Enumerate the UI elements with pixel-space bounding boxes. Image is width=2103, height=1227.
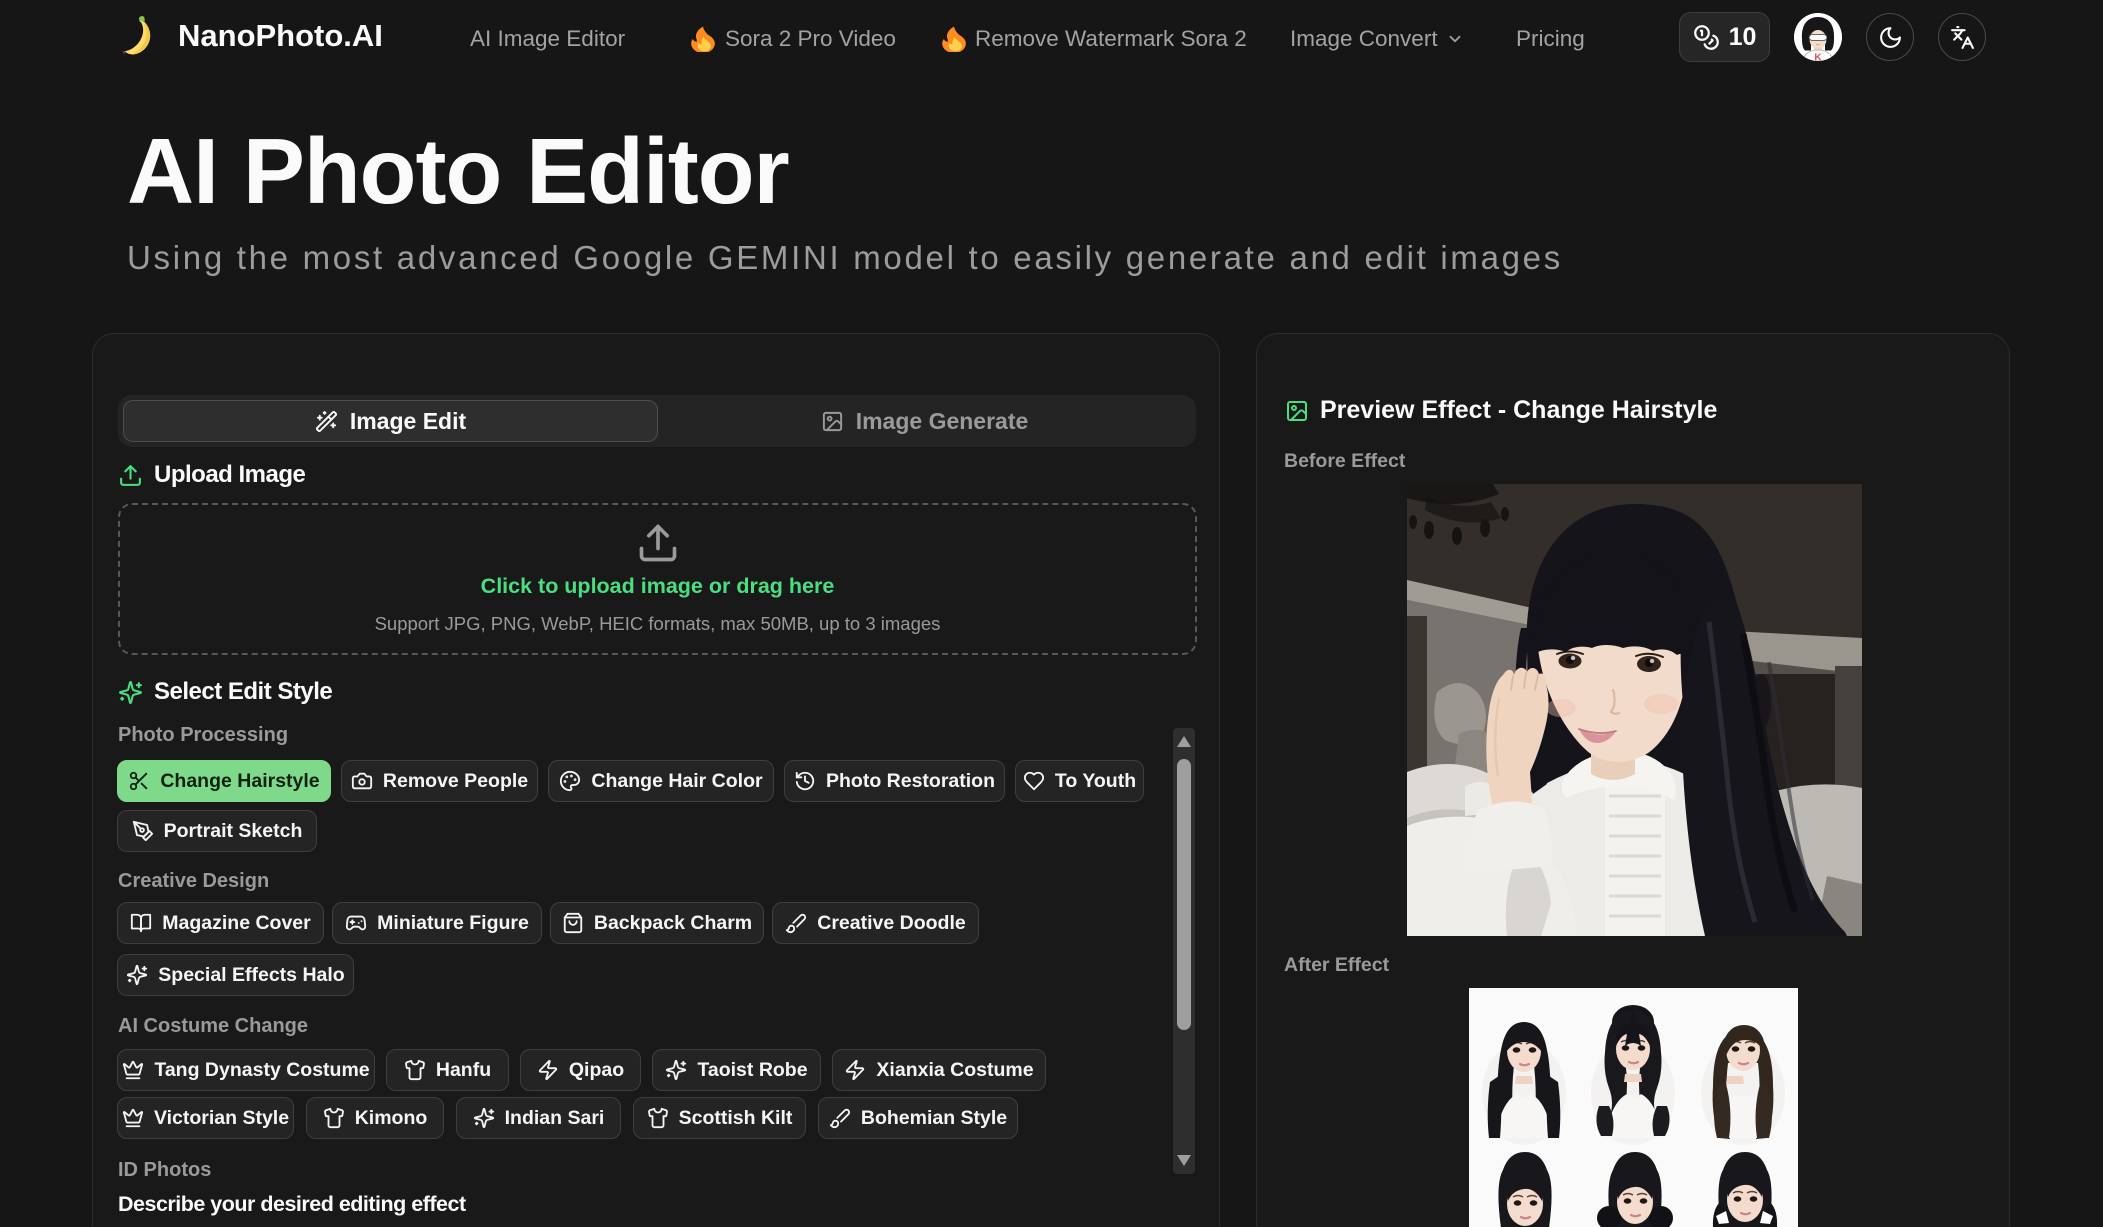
svg-text:K: K: [1814, 52, 1822, 62]
